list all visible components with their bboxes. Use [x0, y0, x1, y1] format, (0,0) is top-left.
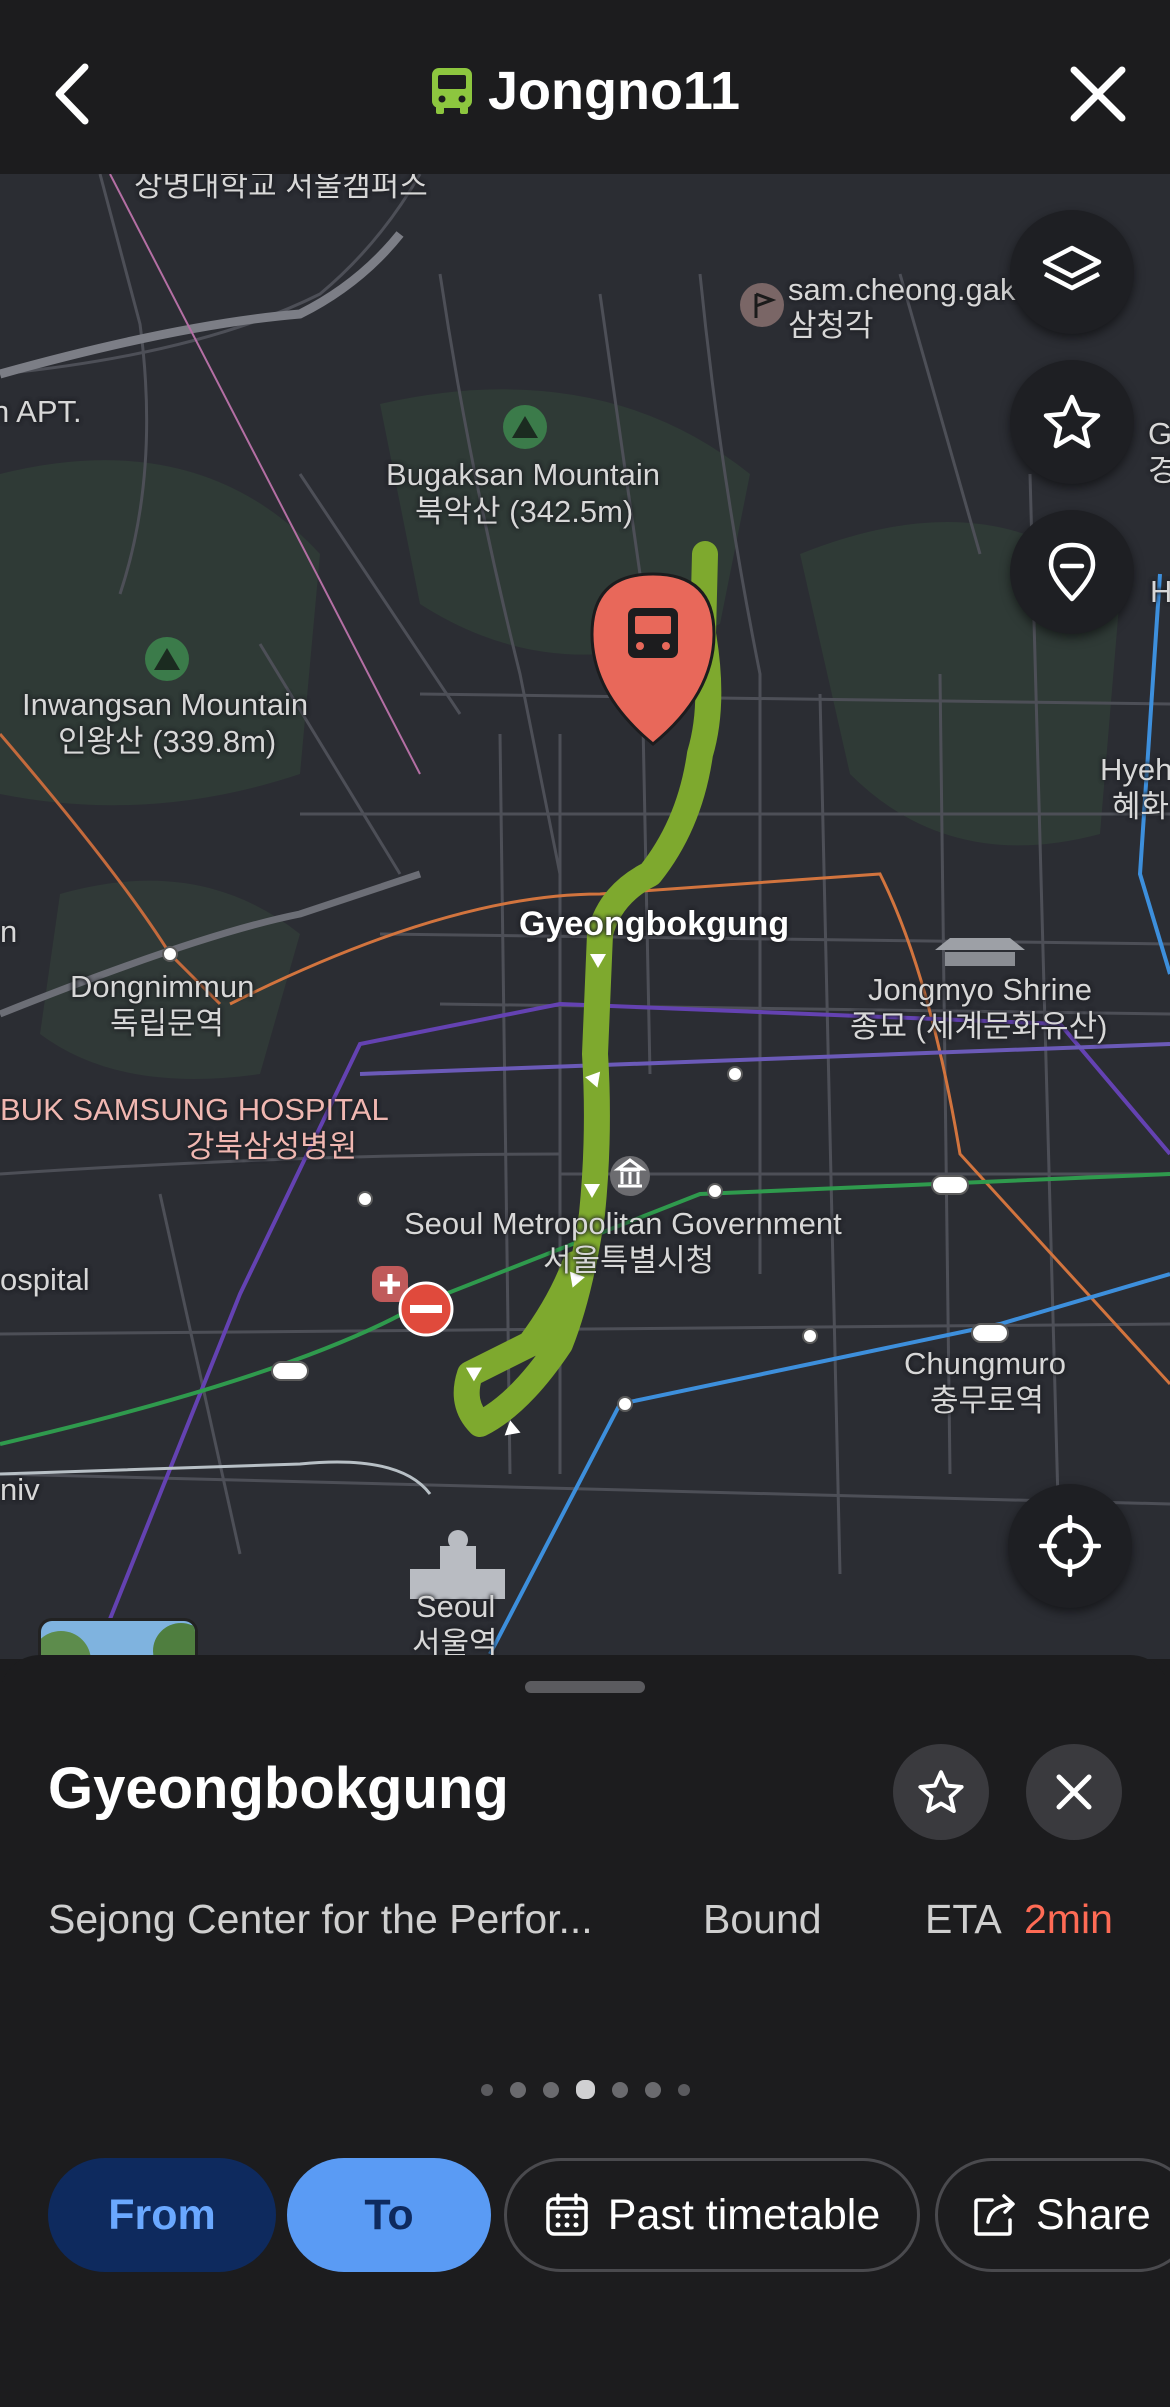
- label-hospital-en: BUK SAMSUNG HOSPITAL: [0, 1092, 389, 1127]
- star-icon: [918, 1770, 964, 1814]
- route-name: Jongno11: [487, 61, 741, 121]
- label-bugaksan-en: Bugaksan Mountain: [386, 457, 661, 492]
- stop-name: Gyeongbokgung: [48, 1756, 509, 1821]
- label-dongnimmun-en: Dongnimmun: [70, 969, 255, 1004]
- label-chungmuro-en: Chungmuro: [904, 1346, 1066, 1381]
- label-cityhall-ko: 서울특별시청: [543, 1243, 715, 1278]
- label-inwangsan-en: Inwangsan Mountain: [22, 687, 309, 722]
- crosshair-icon: [1039, 1515, 1101, 1577]
- label-seoul-en: Seoul: [416, 1589, 496, 1624]
- favorite-stop-button[interactable]: [893, 1744, 989, 1840]
- page-dot: [480, 2083, 493, 2096]
- close-button[interactable]: [1056, 52, 1140, 136]
- page-dot-active: [575, 2080, 595, 2099]
- label-niv: niv: [0, 1472, 40, 1507]
- to-label: To: [364, 2190, 414, 2239]
- close-icon: [1056, 1774, 1092, 1810]
- bus-photo: WORLD: [41, 1621, 195, 1659]
- route-title: Jongno11: [0, 60, 1170, 122]
- label-edge-gyeong: 경: [1148, 453, 1170, 488]
- eta-label: ETA: [925, 1896, 1002, 1942]
- page-indicator: [0, 2080, 1170, 2099]
- past-timetable-button[interactable]: Past timetable: [504, 2158, 920, 2272]
- place-button[interactable]: [1010, 510, 1134, 634]
- stop-info-sheet: Gyeongbokgung Sejong Center for the Perf…: [0, 1655, 1170, 2407]
- label-edge-h: H: [1150, 574, 1170, 609]
- label-dongnimmun-ko: 독립문역: [110, 1006, 225, 1041]
- street-view-thumbnail[interactable]: WORLD: [38, 1618, 198, 1659]
- location-pin-icon: [1048, 542, 1096, 602]
- label-chungmuro-ko: 충무로역: [930, 1383, 1045, 1418]
- locate-me-button[interactable]: [1008, 1484, 1132, 1608]
- label-sangmyung: 상명대학교 서울캠퍼스: [134, 174, 428, 203]
- bus-icon: [431, 68, 472, 114]
- label-hospital-ko: 강북삼성병원: [186, 1129, 358, 1164]
- label-jongmyo-ko: 종묘 (세계문화유산): [850, 1009, 1108, 1044]
- share-icon: [974, 2194, 1015, 2236]
- share-button[interactable]: Share: [935, 2158, 1170, 2272]
- top-bar: Jongno11: [0, 0, 1170, 174]
- close-sheet-button[interactable]: [1026, 1744, 1122, 1840]
- label-gyeongbokgung: Gyeongbokgung: [519, 905, 790, 943]
- close-icon: [1070, 66, 1126, 122]
- bound-label: Bound: [703, 1896, 822, 1942]
- calendar-icon: [546, 2193, 588, 2236]
- label-jongmyo-en: Jongmyo Shrine: [868, 972, 1093, 1007]
- label-edge-g: G: [1148, 416, 1170, 451]
- to-button[interactable]: To: [287, 2158, 491, 2272]
- label-cityhall-en: Seoul Metropolitan Government: [404, 1206, 842, 1241]
- layers-button[interactable]: [1010, 210, 1134, 334]
- label-samcheong-ko: 삼청각: [788, 308, 874, 343]
- label-apt: n APT.: [0, 394, 82, 429]
- page-dot: [677, 2083, 690, 2096]
- label-ospital: ospital: [0, 1262, 90, 1297]
- label-inwangsan-ko: 인왕산 (339.8m): [58, 724, 277, 759]
- page-dot: [542, 2081, 559, 2098]
- label-hyeh-en: Hyeh: [1100, 752, 1170, 787]
- share-label: Share: [1036, 2190, 1151, 2239]
- label-samcheong-en: sam.cheong.gak: [788, 272, 1016, 307]
- page-dot: [509, 2081, 526, 2098]
- direction-text: Sejong Center for the Perfor...: [48, 1896, 593, 1942]
- from-label: From: [108, 2190, 216, 2239]
- label-bugaksan-ko: 북악산 (342.5m): [415, 494, 634, 529]
- from-button[interactable]: From: [48, 2158, 276, 2272]
- layers-icon: [1042, 245, 1102, 291]
- star-icon: [1043, 394, 1101, 449]
- page-dot: [611, 2081, 628, 2098]
- page-dot: [644, 2081, 661, 2098]
- past-timetable-label: Past timetable: [607, 2190, 881, 2239]
- action-bar: From To Past timetable Share: [0, 2158, 1170, 2272]
- favorite-map-button[interactable]: [1010, 360, 1134, 484]
- label-hyeh-ko: 혜화: [1112, 789, 1170, 824]
- label-edge-n: n: [0, 914, 18, 949]
- eta-value: 2min: [1024, 1896, 1113, 1942]
- sheet-grabber[interactable]: [525, 1681, 645, 1693]
- map-view[interactable]: 상명대학교 서울캠퍼스 sam.cheong.gak 삼청각 n APT. Bu…: [0, 174, 1170, 1659]
